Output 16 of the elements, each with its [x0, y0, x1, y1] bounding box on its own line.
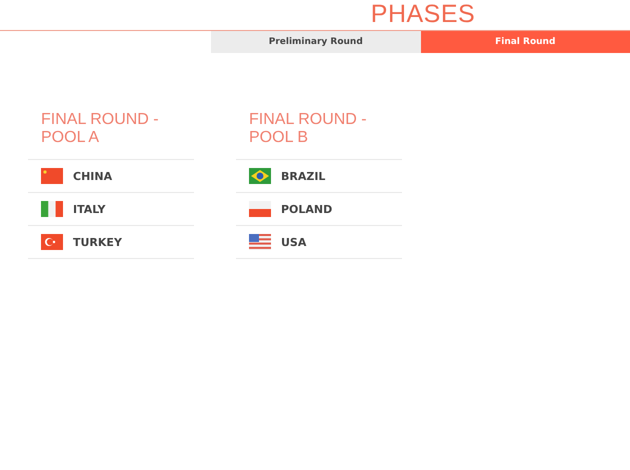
flag-icon [41, 168, 63, 184]
flag-icon [249, 168, 271, 184]
flag-icon [41, 201, 63, 217]
flag-icon [249, 201, 271, 217]
team-name: ITALY [73, 202, 106, 216]
team-name: TURKEY [73, 236, 122, 248]
pool-title: FINAL ROUND - POOL A [41, 111, 160, 147]
team-name: USA [281, 236, 306, 248]
team-name: CHINA [73, 170, 112, 182]
page-title: PHASES [370, 0, 476, 30]
flag-icon [249, 234, 271, 250]
flag-icon [41, 234, 63, 250]
pool-title: FINAL ROUND - POOL B [249, 111, 368, 147]
team-name: POLAND [281, 202, 332, 216]
tab[interactable]: Preliminary Round [211, 31, 420, 53]
team-name: BRAZIL [281, 170, 326, 182]
